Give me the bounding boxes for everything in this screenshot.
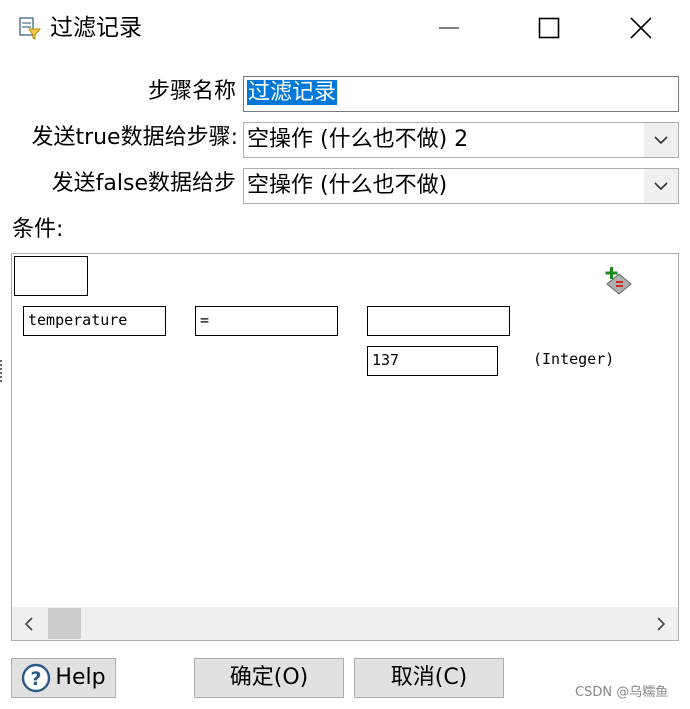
condition-function-input[interactable]: = xyxy=(195,306,338,336)
condition-label: 条件: xyxy=(12,217,64,242)
svg-text:?: ? xyxy=(31,668,42,690)
step-name-label: 步骤名称 xyxy=(147,79,236,104)
help-button-label: Help xyxy=(55,665,106,690)
horizontal-scrollbar[interactable] xyxy=(12,607,678,640)
chevron-down-icon xyxy=(654,182,668,191)
step-name-input[interactable]: 过滤记录 xyxy=(243,76,679,112)
help-button[interactable]: ? Help xyxy=(11,658,116,698)
condition-operator-box[interactable] xyxy=(14,256,88,296)
watermark-text: CSDN @乌糯鱼 xyxy=(575,685,669,700)
ok-button[interactable]: 确定(O) xyxy=(194,658,344,698)
chevron-right-icon xyxy=(657,616,666,631)
condition-constant-type: (Integer) xyxy=(533,350,615,368)
close-icon xyxy=(630,17,652,39)
add-condition-icon[interactable] xyxy=(604,265,634,295)
scroll-right-button[interactable] xyxy=(644,607,678,640)
send-false-dropdown-button[interactable] xyxy=(644,169,678,203)
close-button[interactable] xyxy=(618,8,664,48)
condition-field-input[interactable]: temperature xyxy=(23,306,166,336)
maximize-icon xyxy=(538,17,560,39)
send-false-select[interactable]: 空操作 (什么也不做) xyxy=(243,168,679,204)
scrollbar-thumb[interactable] xyxy=(48,608,81,639)
filter-rows-icon xyxy=(19,17,42,40)
scroll-left-button[interactable] xyxy=(12,607,46,640)
send-false-label: 发送false数据给步 xyxy=(51,171,236,196)
send-true-select[interactable]: 空操作 (什么也不做) 2 xyxy=(243,122,679,158)
send-true-value: 空操作 (什么也不做) 2 xyxy=(247,127,469,152)
help-icon: ? xyxy=(22,663,51,693)
maximize-button[interactable] xyxy=(526,8,572,48)
title-bar: 过滤记录 xyxy=(0,0,690,56)
send-false-value: 空操作 (什么也不做) xyxy=(247,173,448,198)
step-name-value: 过滤记录 xyxy=(247,80,338,105)
minimize-button[interactable] xyxy=(426,8,472,48)
condition-right-field-input[interactable] xyxy=(367,306,510,336)
chevron-left-icon xyxy=(24,616,33,631)
chevron-down-icon xyxy=(654,136,668,145)
condition-editor[interactable]: temperature = 137 (Integer) xyxy=(11,253,679,641)
window-edge-marker xyxy=(0,360,2,382)
cancel-button[interactable]: 取消(C) xyxy=(354,658,504,698)
minimize-icon xyxy=(439,27,459,29)
send-true-label: 发送true数据给步骤: xyxy=(31,125,238,150)
send-true-dropdown-button[interactable] xyxy=(644,123,678,157)
window-title: 过滤记录 xyxy=(50,15,142,41)
condition-constant-input[interactable]: 137 xyxy=(367,346,498,376)
